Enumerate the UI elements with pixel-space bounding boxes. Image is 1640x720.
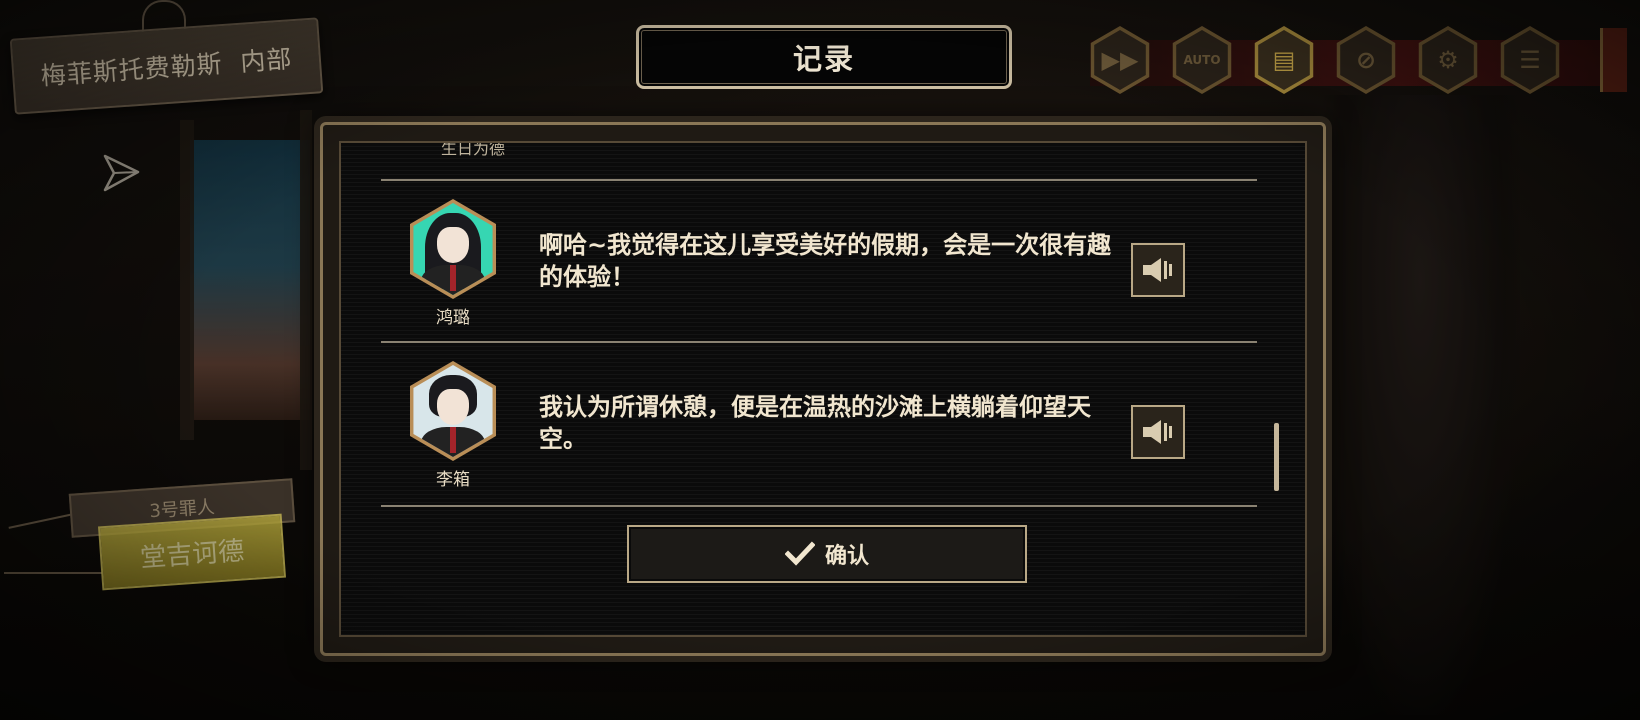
hide-ui-icon: ⊘ <box>1355 46 1377 74</box>
fast-forward-icon: ▶▶ <box>1101 46 1139 74</box>
log-panel: 生日为德 鸿璐 啊哈~我觉得在这儿享受美好的假期，会是一次很有趣的体验！ 李箱 … <box>320 122 1326 656</box>
log-title-plate: 记录 <box>636 25 1012 89</box>
log-panel-inner: 生日为德 鸿璐 啊哈~我觉得在这儿享受美好的假期，会是一次很有趣的体验！ 李箱 … <box>339 141 1307 637</box>
confirm-button[interactable]: 确认 <box>627 525 1027 583</box>
avatar-face <box>437 389 469 425</box>
settings-button[interactable]: ⚙ <box>1418 26 1478 94</box>
fast-forward-button[interactable]: ▶▶ <box>1090 26 1150 94</box>
share-icon[interactable] <box>100 152 142 194</box>
log-title: 记录 <box>792 42 855 76</box>
log-entry: 鸿璐 啊哈~我觉得在这儿享受美好的假期，会是一次很有趣的体验！ <box>341 181 1305 343</box>
avatar-portrait-pale <box>413 365 493 457</box>
log-divider <box>381 505 1257 507</box>
speaker-icon <box>1143 258 1172 282</box>
avatar-face <box>437 227 469 263</box>
log-scrollbar-thumb[interactable] <box>1274 423 1279 491</box>
dialogue-text: 啊哈~我觉得在这儿享受美好的假期，会是一次很有趣的体验！ <box>539 231 1112 291</box>
gear-icon: ⚙ <box>1437 46 1459 74</box>
menu-button[interactable]: ☰ <box>1500 26 1560 94</box>
sinner-name-tag[interactable]: 堂吉诃德 <box>97 513 287 591</box>
dialogue-text: 我认为所谓休憩，便是在温热的沙滩上横躺着仰望天空。 <box>539 393 1091 453</box>
avatar-portrait-teal <box>413 203 493 295</box>
auto-icon: AUTO <box>1183 53 1221 67</box>
speaker-name: 李箱 <box>436 470 470 490</box>
log-icon: ▤ <box>1272 46 1296 74</box>
top-toolbar: ▶▶ AUTO ▤ ⊘ ⚙ ☰ <box>1086 26 1564 98</box>
toolbar-end-cap <box>1600 28 1627 92</box>
sinner-name: 堂吉诃德 <box>139 535 246 574</box>
log-entry: 李箱 我认为所谓休憩，便是在温热的沙滩上横躺着仰望天空。 <box>341 343 1305 505</box>
voice-replay-button[interactable] <box>1131 405 1185 459</box>
speaker-name: 鸿璐 <box>436 308 470 328</box>
auto-button[interactable]: AUTO <box>1172 26 1232 94</box>
speaker-avatar <box>410 199 496 299</box>
menu-icon: ☰ <box>1519 46 1541 74</box>
avatar-tie <box>450 427 456 453</box>
log-button[interactable]: ▤ <box>1254 26 1314 94</box>
tag-chain <box>4 572 102 574</box>
avatar-tie <box>450 265 456 291</box>
confirm-label: 确认 <box>824 544 869 569</box>
cut-off-speaker-name: 生日为德 <box>440 143 505 158</box>
check-icon <box>784 541 815 566</box>
hide-ui-button[interactable]: ⊘ <box>1336 26 1396 94</box>
speaker-avatar <box>410 361 496 461</box>
voice-replay-button[interactable] <box>1131 243 1185 297</box>
log-list[interactable]: 生日为德 鸿璐 啊哈~我觉得在这儿享受美好的假期，会是一次很有趣的体验！ 李箱 … <box>341 143 1305 509</box>
speaker-icon <box>1143 420 1172 444</box>
location-name: 梅菲斯托费勒斯 内部 <box>39 44 294 91</box>
